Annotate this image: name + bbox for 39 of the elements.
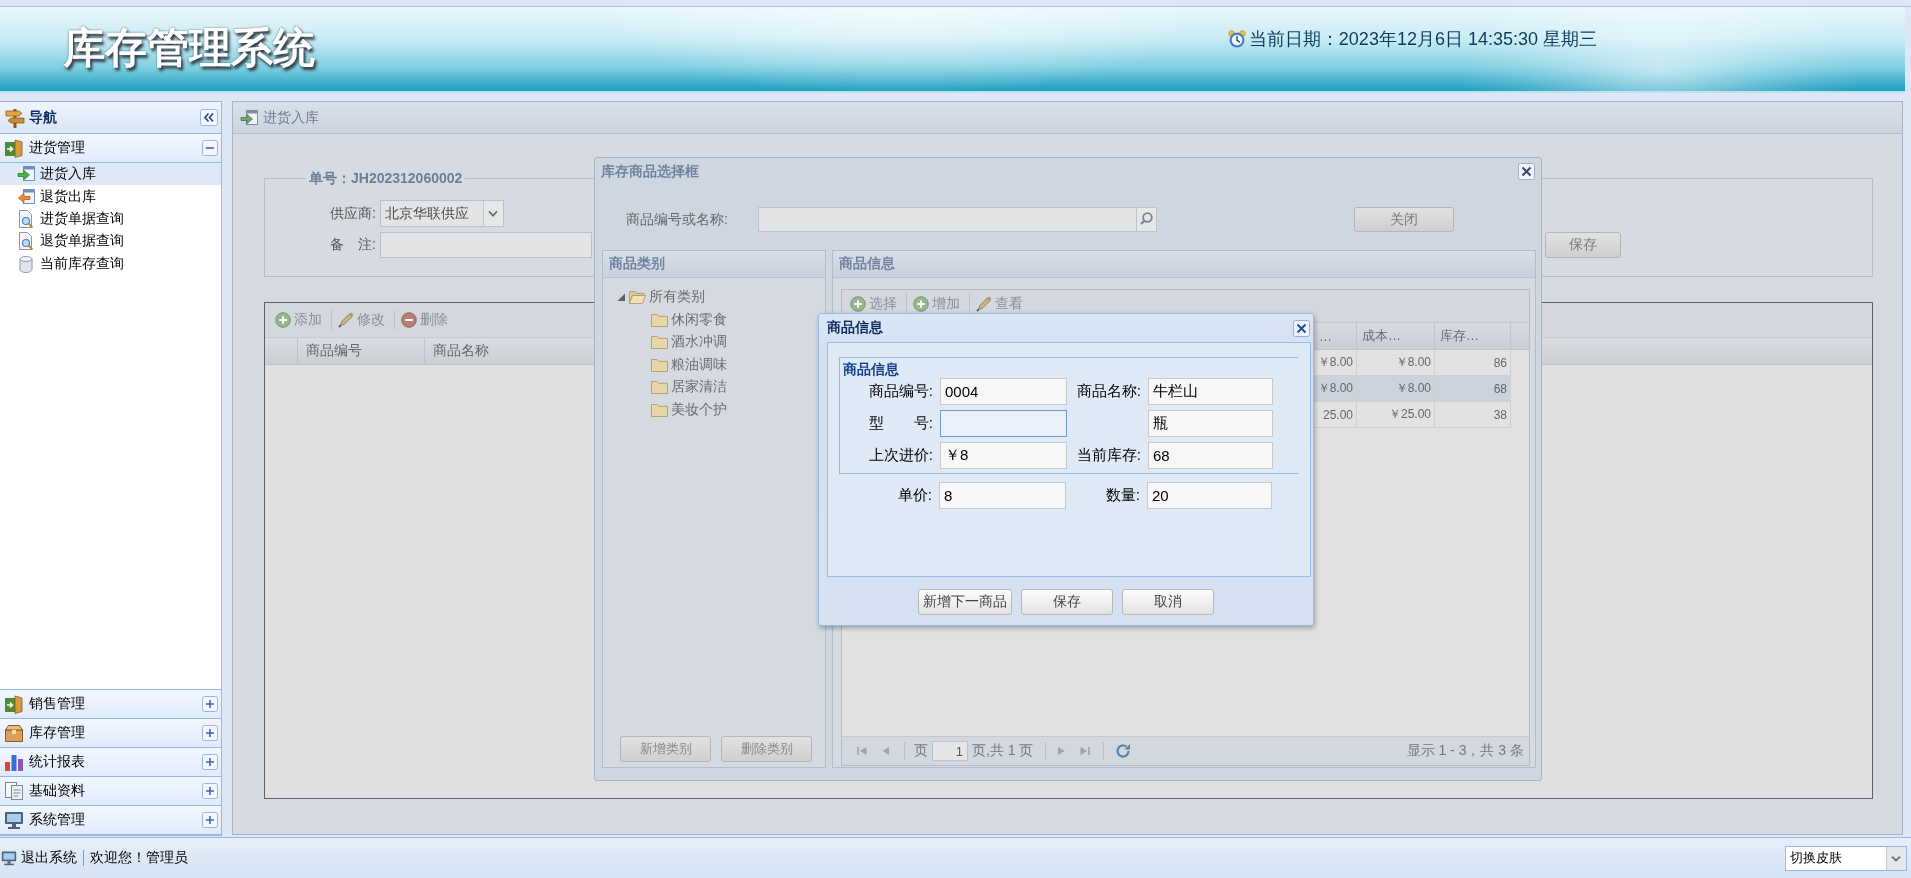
pager-label: 页 (914, 742, 928, 760)
accordion-title: 统计报表 (29, 753, 86, 771)
accordion-title: 系统管理 (29, 811, 86, 829)
table-cell: ￥25.00 (1357, 402, 1435, 427)
panel-title: 商品信息 (839, 255, 895, 273)
sidebar-title: 导航 (29, 108, 58, 127)
fieldset-legend: 商品信息 (840, 361, 899, 378)
table-cell: 68 (1435, 376, 1511, 401)
pager-label: 页,共 1 页 (972, 742, 1034, 760)
welcome-text: 欢迎您！管理员 (90, 849, 188, 867)
field-label: 供应商: (329, 204, 376, 223)
table-cell: 86 (1435, 350, 1511, 375)
panel-title: 进货入库 (263, 108, 319, 127)
field-label: 商品名称: (1075, 382, 1142, 401)
column-header: 成本… (1357, 323, 1435, 349)
field-label: 当前库存: (1075, 446, 1142, 465)
search-label: 商品编号或名称: (626, 210, 729, 229)
column-header: 商品编号 (298, 338, 425, 364)
accordion-title: 库存管理 (29, 724, 86, 742)
panel-title: 商品类别 (609, 255, 665, 273)
field-label: 上次进价: (867, 446, 934, 465)
table-cell: ￥8.00 (1357, 350, 1435, 375)
accordion-title: 销售管理 (29, 695, 86, 713)
field-label: 单价: (896, 486, 933, 505)
date-text: 当前日期：2023年12月6日 14:35:30 星期三 (1248, 28, 1597, 50)
field-label: 型 号: (867, 414, 934, 433)
app-title: 库存管理系统 (63, 24, 315, 72)
column-header: 库存… (1435, 323, 1511, 349)
field-label: 数量: (1104, 486, 1141, 505)
table-cell: 38 (1435, 402, 1511, 427)
fieldset-legend: 单号：JH202312060002 (306, 169, 466, 187)
dialog-title: 库存商品选择框 (601, 162, 700, 181)
accordion-title: 基础资料 (29, 782, 86, 800)
field-label: 商品编号: (867, 382, 934, 401)
accordion-title: 进货管理 (29, 139, 86, 157)
table-cell: ￥8.00 (1357, 376, 1435, 401)
pager-summary: 显示 1 - 3，共 3 条 (1406, 742, 1524, 760)
field-label: 备 注: (329, 236, 376, 254)
dialog-title: 商品信息 (827, 319, 884, 337)
